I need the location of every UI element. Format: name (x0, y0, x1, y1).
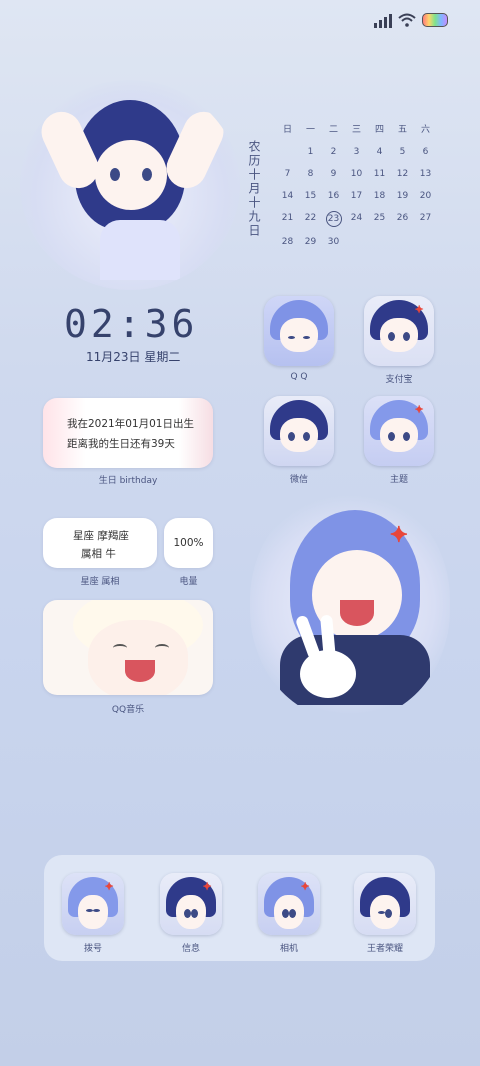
calendar-day[interactable]: 7 (276, 167, 299, 181)
birthday-caption: 生日 birthday (98, 476, 158, 486)
calendar-day[interactable]: 30 (322, 235, 345, 249)
bow-icon: ⯌ (104, 879, 114, 893)
calendar-day[interactable]: 16 (322, 189, 345, 203)
qq-music-caption: QQ音乐 (111, 705, 145, 715)
app-label-qq: Q Q (290, 372, 308, 382)
app-qq[interactable] (264, 296, 334, 366)
calendar-day[interactable]: 4 (368, 145, 391, 159)
app-label-theme: 主题 (389, 475, 408, 485)
calendar-day[interactable]: 18 (368, 189, 391, 203)
qq-music-widget[interactable] (43, 600, 213, 695)
calendar-day (368, 235, 391, 249)
calendar-weekday: 六 (420, 125, 430, 135)
bow-icon: ⯌ (414, 302, 424, 316)
calendar-weekday: 五 (397, 125, 407, 135)
calendar-day (391, 235, 414, 249)
calendar-day[interactable]: 3 (345, 145, 368, 159)
battery-caption: 电量 (179, 577, 198, 587)
dock-label-camera: 相机 (279, 944, 298, 954)
app-alipay[interactable]: ⯌ (364, 296, 434, 366)
dock-app-messages[interactable]: ⯌ (160, 873, 222, 935)
calendar-day[interactable]: 20 (414, 189, 437, 203)
calendar-weekday: 四 (374, 125, 384, 135)
calendar-day[interactable]: 14 (276, 189, 299, 203)
dock-label-phone: 拨号 (83, 944, 102, 954)
dock-label-game: 王者荣耀 (366, 944, 403, 954)
calendar-day[interactable]: 15 (299, 189, 322, 203)
calendar-day[interactable]: 29 (299, 235, 322, 249)
character-illustration-top (20, 80, 240, 290)
battery-icon (422, 13, 448, 27)
calendar-weekday: 二 (328, 125, 338, 135)
calendar-day (345, 235, 368, 249)
calendar-day[interactable]: 19 (391, 189, 414, 203)
calendar-day[interactable]: 5 (391, 145, 414, 159)
calendar-weekday: 三 (351, 125, 361, 135)
calendar-day[interactable]: 27 (414, 211, 437, 225)
calendar-day[interactable]: 28 (276, 235, 299, 249)
calendar-day[interactable]: 6 (414, 145, 437, 159)
app-label-wechat: 微信 (289, 475, 308, 485)
calendar-widget[interactable]: 日一二三四五六 1 2 3 4 5 6 7 8 9 10 11 12 13 14 15 16 17 18 19 20 21… (276, 123, 437, 249)
bow-icon: ⯌ (202, 879, 212, 893)
lunar-date: 农历十月十九日 (247, 140, 261, 238)
calendar-day[interactable]: 11 (368, 167, 391, 181)
status-bar (374, 12, 448, 28)
calendar-day[interactable]: 9 (322, 167, 345, 181)
calendar-weekday: 一 (305, 125, 315, 135)
signal-icon (374, 12, 392, 28)
dock-app-camera[interactable]: ⯌ (258, 873, 320, 935)
battery-value: 100% (173, 537, 204, 549)
dock-app-phone[interactable]: ⯌ (62, 873, 124, 935)
zodiac-caption: 星座 属相 (80, 577, 120, 587)
calendar-day[interactable]: 26 (391, 211, 414, 225)
bow-icon: ⯌ (414, 402, 424, 416)
zodiac-widget[interactable]: 星座 摩羯座 属相 牛 (43, 518, 157, 568)
dock-label-messages: 信息 (181, 944, 200, 954)
battery-widget[interactable]: 100% (164, 518, 213, 568)
app-theme[interactable]: ⯌ (364, 396, 434, 466)
clock-date: 11月23日 星期二 (86, 350, 181, 364)
calendar-day[interactable]: 13 (414, 167, 437, 181)
calendar-grid: 日一二三四五六 1 2 3 4 5 6 7 8 9 10 11 12 13 14 15 16 17 18 19 20 21… (276, 123, 437, 249)
calendar-day (414, 235, 437, 249)
calendar-day (276, 145, 299, 159)
app-wechat[interactable] (264, 396, 334, 466)
calendar-day[interactable]: 2 (322, 145, 345, 159)
bow-icon: ⯌ (300, 879, 310, 893)
wifi-icon (398, 13, 416, 27)
character-illustration-right: ⯌ (250, 490, 450, 720)
calendar-day[interactable]: 25 (368, 211, 391, 225)
dock-app-game[interactable] (354, 873, 416, 935)
calendar-day[interactable]: 22 (299, 211, 322, 225)
birthday-widget[interactable]: 我在2021年01月01日出生 距离我的生日还有39天 (43, 398, 213, 468)
calendar-day[interactable]: 10 (345, 167, 368, 181)
birthday-line-1: 我在2021年01月01日出生 (67, 418, 194, 430)
dock: ⯌ 拨号 ⯌ 信息 ⯌ 相机 王者荣耀 (44, 855, 435, 961)
clock-time[interactable]: 02:36 (64, 302, 198, 346)
app-label-alipay: 支付宝 (385, 375, 413, 385)
calendar-day[interactable]: 8 (299, 167, 322, 181)
calendar-day[interactable]: 12 (391, 167, 414, 181)
calendar-day[interactable]: 24 (345, 211, 368, 225)
constellation-text: 星座 摩羯座 (73, 530, 129, 542)
calendar-weekday: 日 (282, 125, 292, 135)
chinese-zodiac-text: 属相 牛 (81, 548, 116, 560)
birthday-line-2: 距离我的生日还有39天 (67, 438, 175, 450)
calendar-day[interactable]: 21 (276, 211, 299, 225)
calendar-day[interactable]: 1 (299, 145, 322, 159)
calendar-today[interactable]: 23 (325, 211, 342, 227)
calendar-day[interactable]: 17 (345, 189, 368, 203)
